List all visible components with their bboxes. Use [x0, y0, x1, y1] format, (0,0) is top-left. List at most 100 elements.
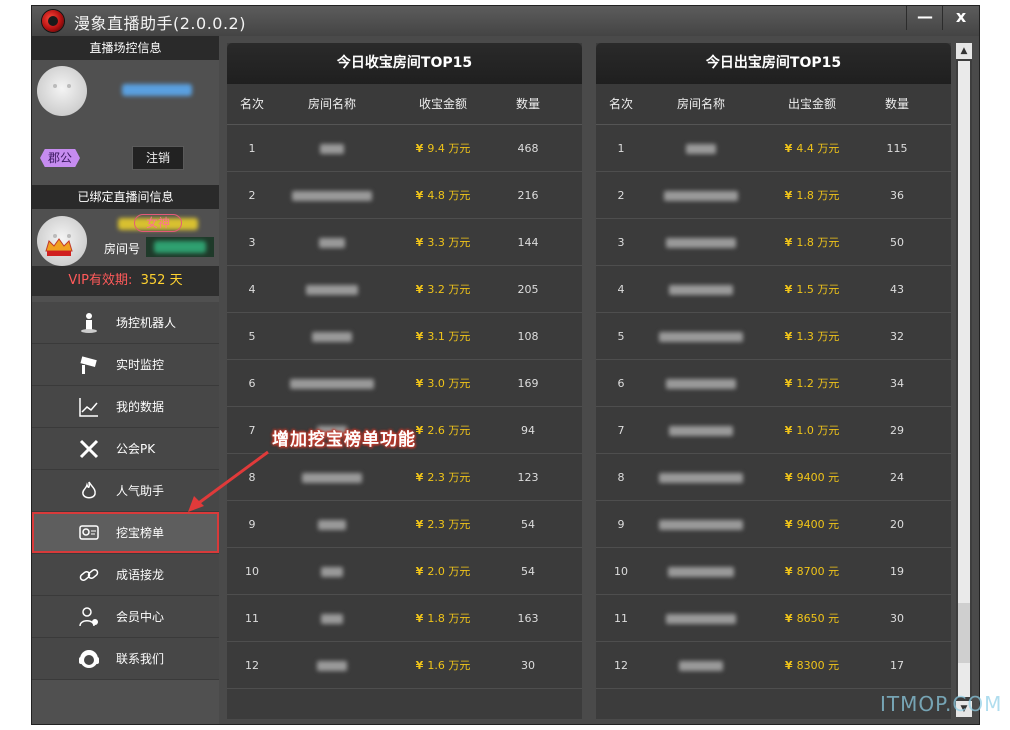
user-gear-icon — [79, 607, 98, 627]
amount-value: 3.2 万元 — [427, 283, 471, 296]
rank-cell: 7 — [248, 424, 256, 437]
room-number-value — [146, 237, 214, 257]
scroll-track[interactable] — [958, 61, 970, 697]
currency-symbol: ¥ — [415, 612, 424, 625]
table-row: 6 ¥3.0 万元 169 — [227, 360, 582, 407]
rank-cell: 7 — [617, 424, 625, 437]
union-badge: 郡公 — [40, 149, 80, 167]
amount-cell: ¥3.3 万元 — [387, 219, 499, 265]
amount-cell: ¥1.8 万元 — [756, 219, 868, 265]
room-name-blurred — [659, 332, 743, 342]
menu-item-my-data[interactable]: 我的数据 — [32, 386, 219, 428]
col-room-name: 房间名称 — [676, 97, 725, 111]
count-cell: 54 — [521, 565, 535, 578]
scroll-up-button[interactable]: ▲ — [956, 43, 972, 59]
room-name-blurred — [659, 520, 743, 530]
rank-cell: 9 — [248, 518, 256, 531]
table-row: 8 ¥2.3 万元 123 — [227, 454, 582, 501]
col-count: 数量 — [884, 97, 909, 111]
menu-item-treasure-rank[interactable]: 挖宝榜单 — [32, 512, 219, 554]
room-name-blurred — [666, 379, 736, 389]
room-name-blurred — [666, 238, 736, 248]
vertical-scrollbar[interactable]: ▲ ▼ — [956, 43, 972, 717]
count-cell: 169 — [517, 377, 539, 390]
menu-item-robot[interactable]: 场控机器人 — [32, 302, 219, 344]
rank-cell: 2 — [617, 189, 625, 202]
minimize-button[interactable]: — — [906, 6, 943, 30]
room-name-blurred — [319, 238, 345, 248]
currency-symbol: ¥ — [415, 471, 424, 484]
bound-room-header: 已绑定直播间信息 — [32, 185, 219, 209]
room-name-cell — [277, 360, 387, 406]
chart-line-icon — [79, 398, 98, 417]
menu-item-guild-pk[interactable]: 公会PK — [32, 428, 219, 470]
menu-item-popularity[interactable]: 人气助手 — [32, 470, 219, 512]
amount-value: 2.6 万元 — [427, 424, 471, 437]
count-cell: 144 — [517, 236, 539, 249]
amount-value: 1.5 万元 — [796, 283, 840, 296]
table-row: 12 ¥1.6 万元 30 — [227, 642, 582, 689]
count-cell: 43 — [890, 283, 904, 296]
count-cell: 20 — [890, 518, 904, 531]
amount-value: 9400 元 — [796, 518, 840, 531]
amount-value: 8300 元 — [796, 659, 840, 672]
menu-item-member-center[interactable]: 会员中心 — [32, 596, 219, 638]
amount-value: 3.0 万元 — [427, 377, 471, 390]
currency-symbol: ¥ — [415, 236, 424, 249]
room-name-cell — [646, 360, 756, 406]
menu-label: 联系我们 — [116, 652, 165, 666]
room-name-blurred — [292, 191, 372, 201]
currency-symbol: ¥ — [415, 330, 424, 343]
rank-cell: 3 — [248, 236, 256, 249]
close-button[interactable]: x — [942, 6, 979, 30]
menu-item-idiom-chain[interactable]: 成语接龙 — [32, 554, 219, 596]
amount-cell: ¥1.0 万元 — [756, 407, 868, 453]
count-cell: 19 — [890, 565, 904, 578]
link-icon — [79, 568, 99, 582]
table-row: 10 ¥2.0 万元 54 — [227, 548, 582, 595]
amount-value: 2.3 万元 — [427, 471, 471, 484]
give-table-header: 名次 房间名称 出宝金额 数量 — [596, 84, 951, 125]
currency-symbol: ¥ — [415, 377, 424, 390]
currency-symbol: ¥ — [415, 283, 424, 296]
amount-value: 3.3 万元 — [427, 236, 471, 249]
receive-table-body: 1 ¥9.4 万元 468 2 ¥4.8 万元 216 3 ¥3.3 万元 144 4 ¥3.2 万… — [227, 125, 582, 689]
title-bar[interactable]: 漫象直播助手(2.0.0.2) — x — [32, 6, 979, 36]
currency-symbol: ¥ — [784, 189, 793, 202]
room-name-cell — [646, 313, 756, 359]
count-cell: 50 — [890, 236, 904, 249]
currency-symbol: ¥ — [784, 424, 793, 437]
table-row: 5 ¥3.1 万元 108 — [227, 313, 582, 360]
room-name-blurred — [669, 426, 733, 436]
amount-value: 1.8 万元 — [796, 189, 840, 202]
menu-item-monitor[interactable]: 实时监控 — [32, 344, 219, 386]
amount-value: 1.2 万元 — [796, 377, 840, 390]
sidebar-menu: 场控机器人 实时监控 我的数据 公会PK 人气助手 挖宝榜单 成语接龙 会员中心… — [32, 302, 219, 680]
scroll-thumb[interactable] — [958, 603, 970, 663]
table-row: 7 ¥1.0 万元 29 — [596, 407, 951, 454]
count-cell: 205 — [517, 283, 539, 296]
table-row: 9 ¥9400 元 20 — [596, 501, 951, 548]
room-name-blurred — [321, 614, 343, 624]
room-name-blurred — [312, 332, 352, 342]
currency-symbol: ¥ — [784, 471, 793, 484]
amount-value: 4.4 万元 — [796, 142, 840, 155]
amount-cell: ¥9400 元 — [756, 454, 868, 500]
currency-symbol: ¥ — [415, 424, 424, 437]
amount-cell: ¥3.1 万元 — [387, 313, 499, 359]
controller-name-blurred — [122, 84, 192, 96]
count-cell: 17 — [890, 659, 904, 672]
menu-item-contact[interactable]: 联系我们 — [32, 638, 219, 680]
table-row: 5 ¥1.3 万元 32 — [596, 313, 951, 360]
currency-symbol: ¥ — [784, 659, 793, 672]
amount-value: 1.6 万元 — [427, 659, 471, 672]
logout-button[interactable]: 注销 — [132, 146, 184, 170]
amount-value: 8700 元 — [796, 565, 840, 578]
table-row: 6 ¥1.2 万元 34 — [596, 360, 951, 407]
rank-cell: 10 — [245, 565, 259, 578]
room-name-cell — [277, 454, 387, 500]
amount-value: 9.4 万元 — [427, 142, 471, 155]
menu-label: 成语接龙 — [116, 568, 165, 582]
count-cell: 123 — [517, 471, 539, 484]
amount-cell: ¥2.3 万元 — [387, 454, 499, 500]
